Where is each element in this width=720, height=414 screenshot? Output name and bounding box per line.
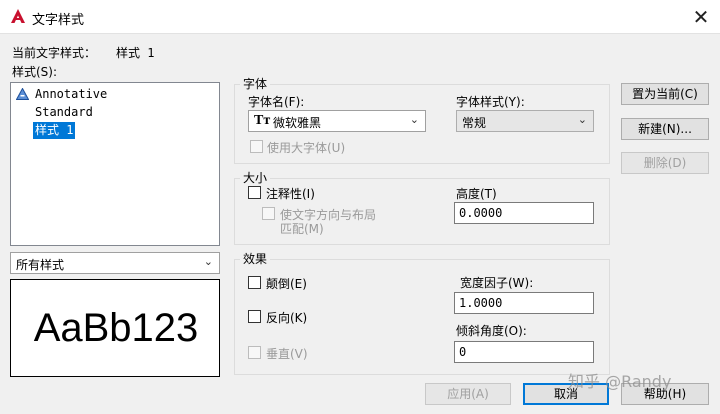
apply-button[interactable]: 应用(A)	[425, 383, 511, 405]
backwards-checkbox[interactable]	[248, 310, 261, 323]
font-style-value: 常规	[462, 116, 487, 130]
style-filter-dropdown[interactable]: 所有样式 ⌄	[10, 252, 220, 274]
font-name-value: 微软雅黑	[273, 116, 322, 130]
style-filter-value: 所有样式	[16, 258, 65, 272]
delete-style-button[interactable]: 删除(D)	[621, 152, 709, 174]
height-input[interactable]: 0.0000	[454, 202, 594, 224]
chevron-down-icon: ⌄	[409, 113, 419, 126]
font-group-label: 字体	[240, 75, 271, 92]
watermark: 知乎 @Randy	[568, 372, 672, 391]
use-bigfont-label: 使用大字体(U)	[267, 141, 346, 155]
height-label: 高度(T)	[456, 187, 497, 201]
upside-down-label: 颠倒(E)	[266, 277, 307, 291]
font-style-dropdown[interactable]: 常规 ⌄	[456, 110, 594, 132]
title-bar: 文字样式 ✕	[0, 0, 720, 34]
current-style-value: 样式 1	[116, 46, 155, 60]
close-icon[interactable]: ✕	[686, 2, 716, 32]
truetype-font-icon: Tт	[254, 113, 271, 128]
annotative-label: 注释性(I)	[266, 187, 315, 201]
font-name-label: 字体名(F):	[248, 95, 305, 109]
chevron-down-icon: ⌄	[203, 255, 213, 268]
style-item-standard[interactable]: Standard	[33, 104, 95, 121]
current-style-label: 当前文字样式：	[12, 46, 97, 60]
window-title: 文字样式	[32, 13, 85, 28]
oblique-angle-input[interactable]: 0	[454, 341, 594, 363]
upside-down-checkbox[interactable]	[248, 276, 261, 289]
oblique-angle-label: 倾斜角度(O):	[456, 324, 527, 338]
width-factor-label: 宽度因子(W):	[460, 276, 534, 290]
styles-label: 样式(S):	[12, 65, 58, 79]
vertical-label: 垂直(V)	[266, 347, 308, 361]
set-current-button[interactable]: 置为当前(C)	[621, 83, 709, 105]
preview-panel: AaBb123	[10, 279, 220, 377]
autocad-logo-icon	[11, 9, 25, 23]
styles-list[interactable]: Annotative Standard 样式 1	[10, 82, 220, 246]
use-bigfont-checkbox[interactable]	[250, 140, 263, 153]
size-group-label: 大小	[240, 169, 271, 186]
width-factor-input[interactable]: 1.0000	[454, 292, 594, 314]
match-orientation-checkbox[interactable]	[262, 207, 275, 220]
style-item-style1[interactable]: 样式 1	[33, 122, 76, 139]
vertical-checkbox[interactable]	[248, 346, 261, 359]
effects-group-label: 效果	[240, 250, 271, 267]
preview-text: AaBb123	[33, 306, 199, 350]
new-style-button[interactable]: 新建(N)...	[621, 118, 709, 140]
chevron-down-icon: ⌄	[577, 113, 587, 126]
match-orientation-label-2: 匹配(M)	[280, 222, 324, 236]
font-name-dropdown[interactable]: Tт 微软雅黑 ⌄	[248, 110, 426, 132]
style-item-annotative[interactable]: Annotative	[33, 86, 109, 103]
font-style-label: 字体样式(Y):	[456, 95, 525, 109]
annotative-icon	[16, 88, 29, 100]
annotative-checkbox[interactable]	[248, 186, 261, 199]
backwards-label: 反向(K)	[266, 311, 308, 325]
